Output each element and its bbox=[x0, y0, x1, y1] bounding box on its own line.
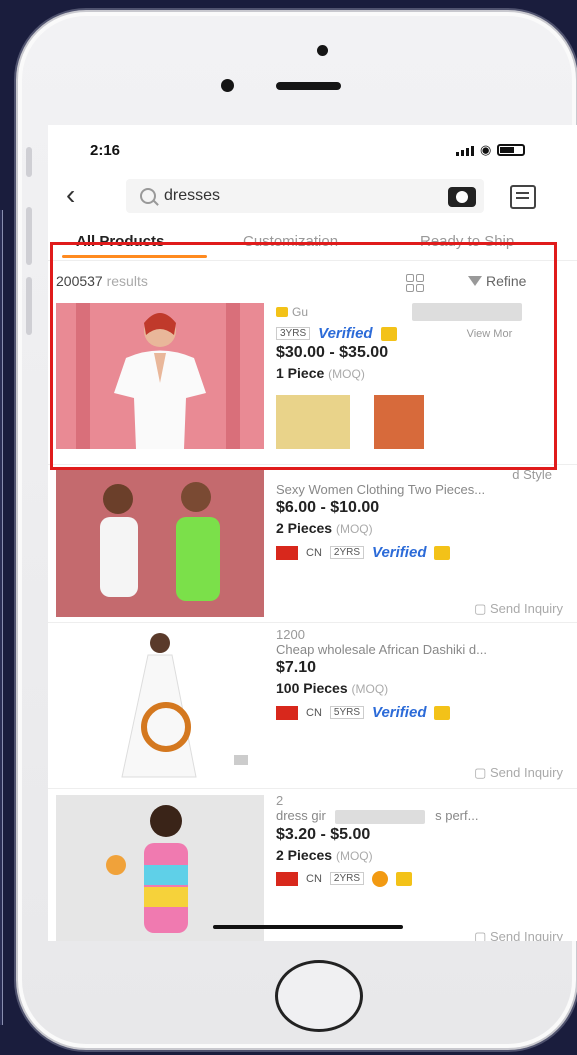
product-subtitle: dress gir s perf... bbox=[276, 808, 479, 824]
product-tabs: All Products Customization Ready to Ship bbox=[48, 223, 577, 261]
years-badge: 3YRS bbox=[276, 327, 311, 340]
tab-customization[interactable]: Customization bbox=[243, 233, 338, 250]
supplier-badges: 3YRS Verified View Mor bbox=[276, 325, 576, 342]
product-info: Gu 3YRS Verified View Mor $30.00 - $35.0… bbox=[276, 303, 576, 452]
supplier-badges: CN 5YRS Verified bbox=[276, 704, 576, 721]
country-code: CN bbox=[306, 546, 322, 559]
china-flag-icon bbox=[276, 871, 298, 886]
product-price: $6.00 - $10.00 bbox=[276, 499, 380, 516]
battery-icon bbox=[497, 144, 526, 156]
product-title: d Style bbox=[512, 467, 552, 482]
camera-search-icon[interactable] bbox=[448, 187, 476, 207]
send-inquiry-button[interactable]: ▢ Send Inquiry bbox=[474, 601, 563, 617]
product-moq: 100 Pieces (MOQ) bbox=[276, 680, 389, 696]
product-item-1[interactable]: Gu 3YRS Verified View Mor $30.00 - $35.0… bbox=[48, 301, 577, 465]
grid-view-icon[interactable] bbox=[406, 274, 424, 292]
mute-switch bbox=[26, 147, 32, 177]
crown-icon bbox=[276, 307, 288, 317]
product-moq: 2 Pieces (MOQ) bbox=[276, 846, 373, 863]
home-button[interactable] bbox=[275, 960, 363, 1032]
product-subtitle: Cheap wholesale African Dashiki d... bbox=[276, 642, 488, 657]
back-arrow-icon[interactable]: ‹ bbox=[66, 181, 75, 209]
search-icon bbox=[140, 188, 156, 204]
years-badge: 5YRS bbox=[329, 706, 365, 719]
wifi-icon: ◉ bbox=[480, 142, 492, 157]
china-flag-icon bbox=[276, 705, 298, 720]
home-indicator bbox=[213, 925, 403, 929]
thumbnail-image[interactable] bbox=[373, 395, 424, 449]
product-moq: 1 Piece (MOQ) bbox=[276, 365, 365, 381]
product-item-3[interactable]: 1200 Cheap wholesale African Dashiki d..… bbox=[48, 623, 577, 789]
search-query: dresses bbox=[164, 187, 221, 204]
refine-button[interactable]: Refine bbox=[468, 273, 526, 289]
search-bar-row: ‹ dresses bbox=[48, 175, 577, 223]
redacted-area bbox=[335, 809, 426, 824]
product-info: d Style Sexy Women Clothing Two Pieces..… bbox=[276, 467, 576, 561]
signal-icon bbox=[456, 146, 474, 156]
china-flag-icon bbox=[276, 545, 298, 560]
volume-down-button bbox=[26, 277, 32, 335]
active-tab-indicator bbox=[62, 255, 207, 258]
product-price: $7.10 bbox=[276, 659, 317, 676]
product-subtitle: Sexy Women Clothing Two Pieces... bbox=[276, 482, 486, 497]
volume-up-button bbox=[26, 207, 32, 265]
side-border bbox=[0, 210, 3, 1025]
years-badge: 2YRS bbox=[329, 872, 365, 886]
product-image[interactable] bbox=[56, 469, 264, 617]
product-item-2[interactable]: d Style Sexy Women Clothing Two Pieces..… bbox=[48, 465, 577, 623]
search-input[interactable]: dresses bbox=[126, 179, 484, 213]
app-screen: 2:16 ◉ ‹ dresses All Products Customizat… bbox=[48, 125, 577, 941]
tab-all-products[interactable]: All Products bbox=[76, 233, 164, 250]
product-title: 1200 bbox=[276, 627, 305, 642]
view-more-link[interactable]: View Mor bbox=[467, 328, 513, 340]
years-badge: 2YRS bbox=[329, 546, 365, 559]
product-moq: 2 Pieces (MOQ) bbox=[276, 520, 373, 536]
verified-badge: Verified bbox=[372, 544, 427, 561]
product-info: 1200 Cheap wholesale African Dashiki d..… bbox=[276, 627, 576, 721]
redacted-area bbox=[412, 303, 523, 321]
product-price: $3.20 - $5.00 bbox=[276, 825, 371, 843]
country-code: CN bbox=[306, 872, 322, 885]
results-count: 200537 results bbox=[56, 273, 148, 289]
product-price: $30.00 - $35.00 bbox=[276, 344, 389, 361]
inquiry-list-icon[interactable] bbox=[510, 185, 536, 209]
gold-supplier-icon bbox=[396, 871, 413, 886]
filter-icon bbox=[468, 276, 482, 286]
front-sensor bbox=[317, 45, 328, 56]
product-title: 2 bbox=[276, 793, 284, 808]
product-image[interactable] bbox=[56, 627, 264, 779]
verified-badge: Verified bbox=[372, 704, 427, 721]
gold-supplier-icon bbox=[380, 326, 397, 341]
supplier-name: Gu bbox=[292, 305, 309, 319]
results-bar: 200537 results Refine bbox=[48, 261, 577, 301]
verified-badge: Verified bbox=[318, 325, 373, 342]
trade-assurance-icon bbox=[372, 870, 389, 887]
product-image[interactable] bbox=[56, 303, 264, 449]
supplier-badges: CN 2YRS Verified bbox=[276, 544, 576, 561]
status-bar: 2:16 ◉ bbox=[48, 125, 577, 175]
tab-ready-to-ship[interactable]: Ready to Ship bbox=[420, 233, 514, 250]
status-icons: ◉ bbox=[456, 142, 526, 157]
send-inquiry-button[interactable]: ▢ Send Inquiry bbox=[474, 929, 563, 941]
earpiece-speaker bbox=[276, 82, 341, 90]
status-time: 2:16 bbox=[90, 142, 121, 159]
front-camera bbox=[221, 79, 234, 92]
refine-label: Refine bbox=[486, 273, 527, 289]
thumbnail-image[interactable] bbox=[276, 395, 350, 449]
send-inquiry-button[interactable]: ▢ Send Inquiry bbox=[474, 765, 563, 781]
thumbnail-row bbox=[276, 395, 576, 452]
supplier-badges: CN 2YRS bbox=[276, 870, 576, 887]
gold-supplier-icon bbox=[434, 545, 451, 560]
product-image[interactable] bbox=[56, 795, 264, 941]
gold-supplier-icon bbox=[434, 705, 451, 720]
country-code: CN bbox=[306, 706, 322, 719]
product-info: 2 dress gir s perf... $3.20 - $5.00 2 Pi… bbox=[276, 793, 576, 887]
product-item-4[interactable]: 2 dress gir s perf... $3.20 - $5.00 2 Pi… bbox=[48, 789, 577, 941]
